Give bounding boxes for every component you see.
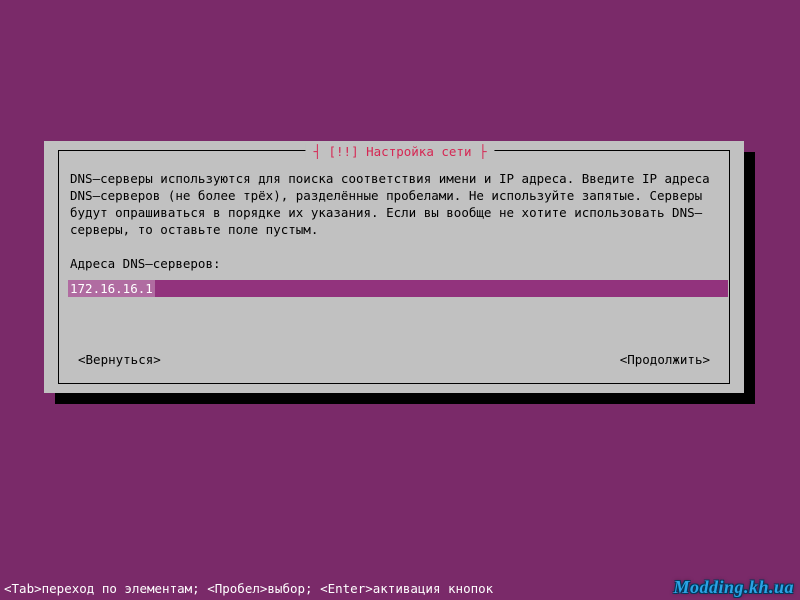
watermark: Modding.kh.ua: [673, 577, 794, 598]
dns-servers-input[interactable]: 172.16.16.1: [68, 280, 728, 297]
dialog-title: ┤ [!!] Настройка сети ├: [305, 144, 494, 159]
help-bar: <Tab>переход по элементам; <Пробел>выбор…: [0, 581, 497, 596]
installer-screen: ┤ [!!] Настройка сети ├ DNS–серверы испо…: [0, 0, 800, 600]
dialog-description: DNS–серверы используются для поиска соот…: [70, 170, 718, 238]
dialog-body: DNS–серверы используются для поиска соот…: [70, 170, 718, 297]
dialog-title-text: [!!] Настройка сети: [329, 144, 472, 159]
continue-button[interactable]: <Продолжить>: [612, 352, 718, 367]
dns-input-value: 172.16.16.1: [68, 280, 155, 297]
dns-prompt-label: Адреса DNS–серверов:: [70, 255, 718, 272]
dialog-buttons: <Вернуться> <Продолжить>: [70, 352, 718, 367]
back-button[interactable]: <Вернуться>: [70, 352, 169, 367]
